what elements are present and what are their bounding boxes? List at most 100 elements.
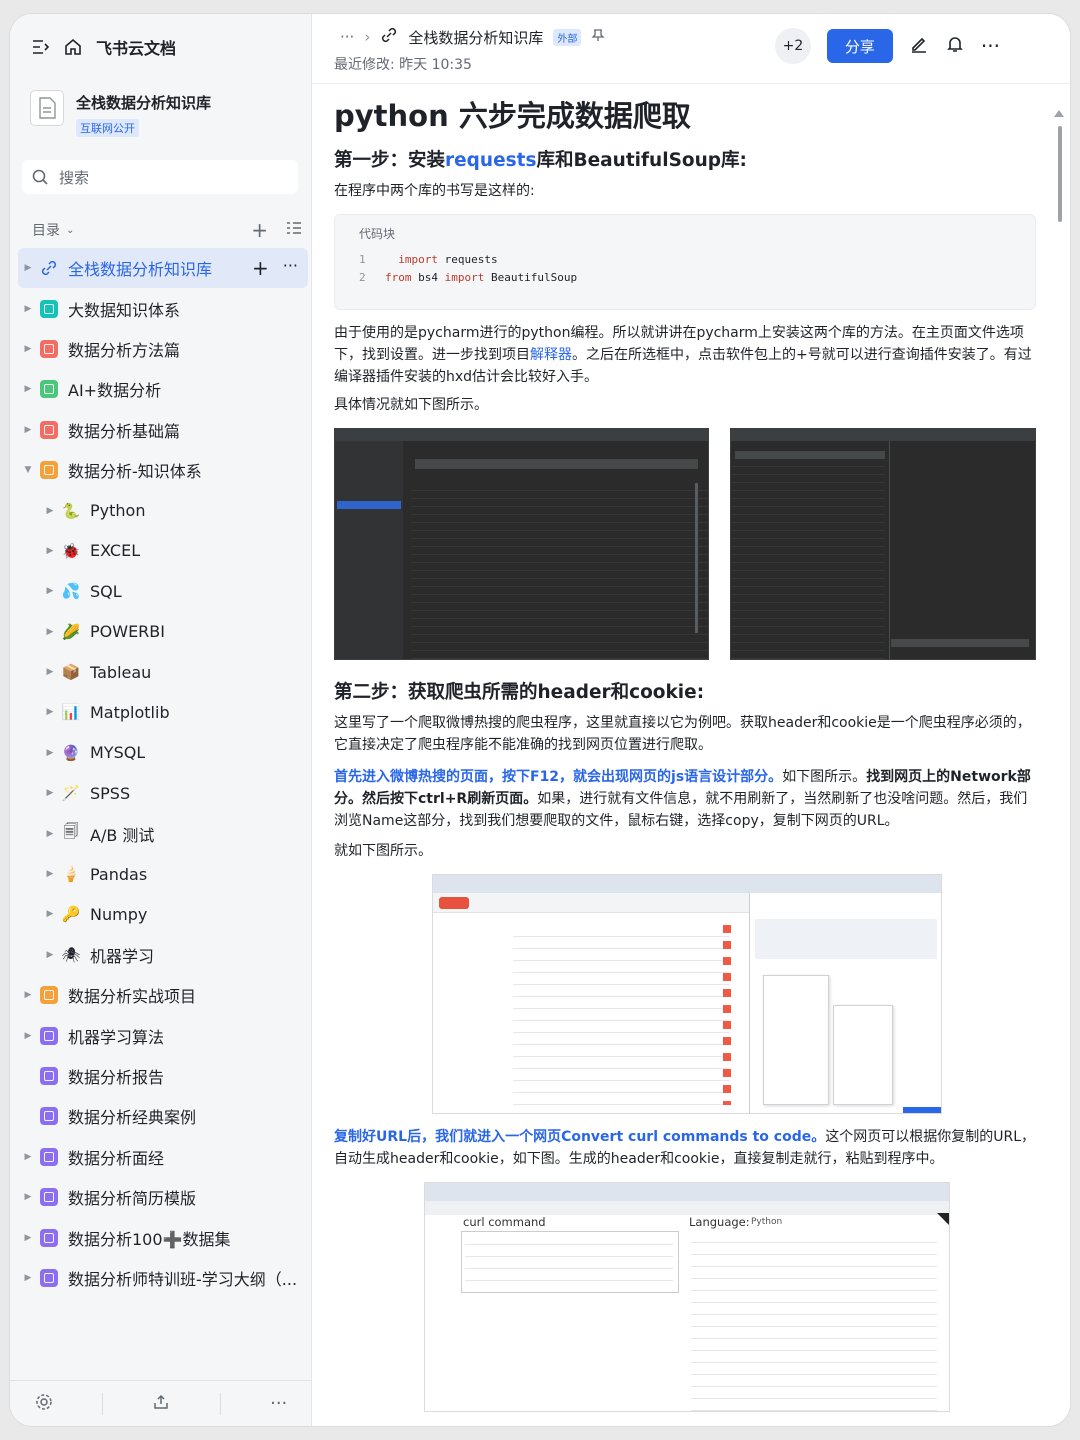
- toc-item[interactable]: ▶ 📊 Matplotlib: [18, 692, 308, 732]
- toc-item[interactable]: ▶ 数据分析基础篇: [18, 410, 308, 450]
- toc-item[interactable]: ▶ 数据分析师特训班-学习大纲（...: [18, 1258, 308, 1298]
- caret-right-icon[interactable]: ▶: [40, 667, 60, 677]
- settings-icon[interactable]: [35, 1393, 53, 1415]
- caret-right-icon[interactable]: ▶: [18, 1192, 38, 1202]
- toc-item-label: Numpy: [90, 904, 148, 924]
- toc-item[interactable]: ▶ 🐞 EXCEL: [18, 531, 308, 571]
- caret-right-icon[interactable]: ▶: [18, 1152, 38, 1162]
- step1-suffix: 库和BeautifulSoup库:: [536, 150, 747, 171]
- code-block[interactable]: 代码块 1 import requests 2 from bs4 import B…: [334, 214, 1036, 310]
- toc-item[interactable]: ▶ 全栈数据分析知识库 + ···: [18, 248, 308, 289]
- toc-item[interactable]: ▶ 数据分析实战项目: [18, 975, 308, 1015]
- toc-item-label: POWERBI: [90, 622, 165, 642]
- document-area: ··· › 全栈数据分析知识库 外部 最近修改: 昨天 10:35 +2 分享: [312, 14, 1070, 1426]
- toc-item[interactable]: ▶ 数据分析面经: [18, 1137, 308, 1177]
- caret-right-icon[interactable]: ▶: [18, 263, 38, 273]
- toc-item[interactable]: ▶ 🍦 Pandas: [18, 854, 308, 894]
- crystal-ball-emoji: 🔮: [61, 743, 81, 762]
- toc-item[interactable]: 数据分析经典案例: [18, 1096, 308, 1136]
- more-options-icon[interactable]: ···: [981, 34, 1000, 58]
- share-button[interactable]: 分享: [826, 29, 893, 63]
- toc-item[interactable]: ▶ 🐍 Python: [18, 490, 308, 530]
- caret-right-icon[interactable]: ▶: [40, 869, 60, 879]
- notification-bell-icon[interactable]: [945, 34, 965, 58]
- toc-item-label: SPSS: [90, 783, 131, 803]
- collapse-sidebar-icon[interactable]: [32, 39, 50, 55]
- toc-item[interactable]: ▶ 🗐 A/B 测试: [18, 813, 308, 853]
- caret-right-icon[interactable]: ▶: [40, 950, 60, 960]
- scroll-up-arrow[interactable]: [1054, 110, 1064, 117]
- caret-right-icon[interactable]: ▶: [18, 304, 38, 314]
- pycharm-settings-image[interactable]: [334, 428, 709, 660]
- toc-item-label: 数据分析实战项目: [68, 987, 197, 1007]
- wiki-header[interactable]: 全栈数据分析知识库 互联网公开: [30, 90, 211, 137]
- scrollbar[interactable]: [1058, 126, 1062, 222]
- toc-item[interactable]: ▶ 数据分析简历模版: [18, 1177, 308, 1217]
- caret-right-icon[interactable]: ▶: [40, 546, 60, 556]
- purple-doc-icon: [38, 1065, 60, 1087]
- toc-item[interactable]: ▶ 🪄 SPSS: [18, 773, 308, 813]
- sidebar-footer: ···: [10, 1380, 312, 1426]
- weibo-devtools-image[interactable]: [432, 874, 942, 1114]
- caret-right-icon[interactable]: ▶: [18, 1273, 38, 1283]
- caret-right-icon[interactable]: ▶: [18, 384, 38, 394]
- paragraph: 在程序中两个库的书写是这样的:: [334, 183, 535, 199]
- last-modified: 最近修改: 昨天 10:35: [334, 57, 472, 73]
- doc-content: python 六步完成数据爬取 第一步：安装requests库和Beautifu…: [334, 94, 1036, 1412]
- toc-item[interactable]: ▶ 💦 SQL: [18, 571, 308, 611]
- caret-down-icon[interactable]: ▼: [18, 465, 38, 475]
- edit-icon[interactable]: [909, 34, 929, 58]
- toc-label[interactable]: 目录: [32, 220, 60, 240]
- toc-item[interactable]: ▶ 数据分析方法篇: [18, 329, 308, 369]
- toc-item[interactable]: ▶ 🌽 POWERBI: [18, 612, 308, 652]
- caret-right-icon[interactable]: ▶: [40, 829, 60, 839]
- requests-link[interactable]: requests: [445, 150, 537, 171]
- caret-right-icon[interactable]: ▶: [40, 748, 60, 758]
- pin-icon[interactable]: [591, 28, 605, 46]
- breadcrumb: ··· › 全栈数据分析知识库 外部: [340, 26, 605, 48]
- caret-right-icon[interactable]: ▶: [18, 344, 38, 354]
- curl-converter-image[interactable]: curl command Language: Python: [424, 1182, 950, 1412]
- caret-right-icon[interactable]: ▶: [40, 586, 60, 596]
- add-subpage-icon[interactable]: +: [252, 256, 269, 280]
- caret-right-icon[interactable]: ▶: [40, 506, 60, 516]
- toc-item[interactable]: ▶ AI+数据分析: [18, 369, 308, 409]
- chevron-down-icon[interactable]: ⌄: [66, 225, 74, 236]
- caret-right-icon[interactable]: ▶: [18, 990, 38, 1000]
- search-box[interactable]: 搜索: [22, 160, 298, 194]
- toc-view-icon[interactable]: [286, 221, 302, 239]
- caret-right-icon[interactable]: ▶: [18, 1233, 38, 1243]
- code-text: requests: [438, 253, 498, 266]
- toc-item[interactable]: ▶ 📦 Tableau: [18, 652, 308, 692]
- interpreter-link[interactable]: 解释器: [530, 347, 572, 363]
- more-icon[interactable]: ···: [270, 1393, 287, 1414]
- caret-right-icon[interactable]: ▶: [18, 1031, 38, 1041]
- share-out-icon[interactable]: [152, 1393, 170, 1415]
- purple-doc-icon: [38, 1025, 60, 1047]
- item-more-icon[interactable]: ···: [283, 256, 298, 280]
- breadcrumb-ellipsis[interactable]: ···: [340, 28, 354, 46]
- toc-item[interactable]: ▶ 机器学习算法: [18, 1015, 308, 1055]
- doc-title: python 六步完成数据爬取: [334, 99, 691, 133]
- caret-right-icon[interactable]: ▶: [40, 627, 60, 637]
- doc-title-crumb[interactable]: 全栈数据分析知识库: [408, 27, 543, 48]
- home-icon[interactable]: [64, 38, 82, 56]
- code-keyword: from: [385, 271, 412, 284]
- toc-item[interactable]: ▶ 🔮 MYSQL: [18, 733, 308, 773]
- toc-item[interactable]: ▶ 数据分析100➕数据集: [18, 1217, 308, 1257]
- caret-right-icon[interactable]: ▶: [18, 425, 38, 435]
- toc-item[interactable]: ▶ 🕷 机器学习: [18, 935, 308, 975]
- caret-right-icon[interactable]: ▶: [40, 707, 60, 717]
- caret-right-icon[interactable]: ▶: [40, 909, 60, 919]
- brand-name[interactable]: 飞书云文档: [96, 35, 176, 59]
- add-page-icon[interactable]: +: [251, 218, 268, 242]
- caret-right-icon[interactable]: ▶: [40, 788, 60, 798]
- toc-item[interactable]: ▶ 大数据知识体系: [18, 288, 308, 328]
- toc-item-label: 机器学习算法: [68, 1027, 165, 1047]
- toc-item[interactable]: ▶ 🔑 Numpy: [18, 894, 308, 934]
- toc-item[interactable]: 数据分析报告: [18, 1056, 308, 1096]
- collaborators-count[interactable]: +2: [774, 28, 811, 64]
- toc-item[interactable]: ▼ 数据分析-知识体系: [18, 450, 308, 490]
- package-install-image[interactable]: [730, 428, 1036, 660]
- external-tag: 外部: [553, 28, 582, 46]
